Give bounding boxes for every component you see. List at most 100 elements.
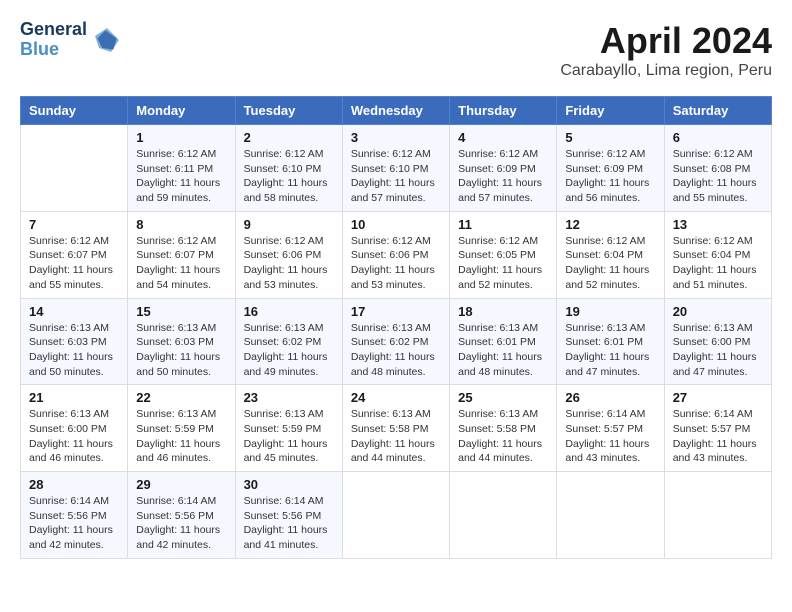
calendar-cell: 17Sunrise: 6:13 AMSunset: 6:02 PMDayligh… [342, 298, 449, 385]
day-number: 30 [244, 477, 334, 492]
day-number: 3 [351, 130, 441, 145]
calendar-cell: 9Sunrise: 6:12 AMSunset: 6:06 PMDaylight… [235, 211, 342, 298]
weekday-header-tuesday: Tuesday [235, 97, 342, 125]
weekday-header-thursday: Thursday [450, 97, 557, 125]
day-number: 13 [673, 217, 763, 232]
day-number: 24 [351, 390, 441, 405]
day-number: 11 [458, 217, 548, 232]
day-info: Sunrise: 6:13 AMSunset: 5:58 PMDaylight:… [458, 407, 548, 466]
day-number: 21 [29, 390, 119, 405]
day-info: Sunrise: 6:12 AMSunset: 6:04 PMDaylight:… [565, 234, 655, 293]
calendar-cell: 5 Sunrise: 6:12 AMSunset: 6:09 PMDaylight… [557, 125, 664, 212]
calendar-cell: 19Sunrise: 6:13 AMSunset: 6:01 PMDayligh… [557, 298, 664, 385]
weekday-header-friday: Friday [557, 97, 664, 125]
day-info: Sunrise: 6:13 AMSunset: 6:03 PMDaylight:… [29, 321, 119, 380]
calendar-cell: 21 Sunrise: 6:13 AMSunset: 6:00 PMDayligh… [21, 385, 128, 472]
calendar-cell [557, 472, 664, 559]
day-info: Sunrise: 6:13 AMSunset: 6:02 PMDaylight:… [351, 321, 441, 380]
logo: GeneralBlue [20, 20, 123, 60]
calendar-cell: 14 Sunrise: 6:13 AMSunset: 6:03 PMDayligh… [21, 298, 128, 385]
day-number: 9 [244, 217, 334, 232]
day-number: 1 [136, 130, 226, 145]
weekday-header-monday: Monday [128, 97, 235, 125]
calendar-cell: 27Sunrise: 6:14 AMSunset: 5:57 PMDayligh… [664, 385, 771, 472]
day-number: 15 [136, 304, 226, 319]
calendar-cell: 8Sunrise: 6:12 AMSunset: 6:07 PMDaylight… [128, 211, 235, 298]
calendar-cell [450, 472, 557, 559]
day-info: Sunrise: 6:12 AMSunset: 6:05 PMDaylight:… [458, 234, 548, 293]
day-info: Sunrise: 6:12 AMSunset: 6:04 PMDaylight:… [673, 234, 763, 293]
day-number: 23 [244, 390, 334, 405]
calendar-cell: 28 Sunrise: 6:14 AMSunset: 5:56 PMDayligh… [21, 472, 128, 559]
day-number: 5 [565, 130, 655, 145]
calendar-week-5: 28 Sunrise: 6:14 AMSunset: 5:56 PMDayligh… [21, 472, 772, 559]
weekday-header-wednesday: Wednesday [342, 97, 449, 125]
day-number: 6 [673, 130, 763, 145]
calendar-cell: 11 Sunrise: 6:12 AMSunset: 6:05 PMDayligh… [450, 211, 557, 298]
calendar-week-1: 1 Sunrise: 6:12 AMSunset: 6:11 PMDaylight… [21, 125, 772, 212]
calendar-cell: 25 Sunrise: 6:13 AMSunset: 5:58 PMDayligh… [450, 385, 557, 472]
calendar-cell: 30 Sunrise: 6:14 AMSunset: 5:56 PMDayligh… [235, 472, 342, 559]
day-info: Sunrise: 6:14 AMSunset: 5:56 PMDaylight:… [244, 494, 334, 553]
calendar-week-4: 21 Sunrise: 6:13 AMSunset: 6:00 PMDayligh… [21, 385, 772, 472]
day-info: Sunrise: 6:13 AMSunset: 5:58 PMDaylight:… [351, 407, 441, 466]
day-info: Sunrise: 6:13 AMSunset: 6:00 PMDaylight:… [673, 321, 763, 380]
calendar-cell: 10Sunrise: 6:12 AMSunset: 6:06 PMDayligh… [342, 211, 449, 298]
calendar-cell: 1 Sunrise: 6:12 AMSunset: 6:11 PMDaylight… [128, 125, 235, 212]
calendar-week-3: 14 Sunrise: 6:13 AMSunset: 6:03 PMDayligh… [21, 298, 772, 385]
calendar-cell: 20Sunrise: 6:13 AMSunset: 6:00 PMDayligh… [664, 298, 771, 385]
day-info: Sunrise: 6:14 AMSunset: 5:56 PMDaylight:… [29, 494, 119, 553]
day-number: 26 [565, 390, 655, 405]
calendar-cell: 18 Sunrise: 6:13 AMSunset: 6:01 PMDayligh… [450, 298, 557, 385]
calendar-cell [342, 472, 449, 559]
day-number: 28 [29, 477, 119, 492]
calendar-cell: 15 Sunrise: 6:13 AMSunset: 6:03 PMDayligh… [128, 298, 235, 385]
calendar-cell: 26Sunrise: 6:14 AMSunset: 5:57 PMDayligh… [557, 385, 664, 472]
day-info: Sunrise: 6:13 AMSunset: 6:01 PMDaylight:… [565, 321, 655, 380]
day-info: Sunrise: 6:12 AMSunset: 6:07 PMDaylight:… [136, 234, 226, 293]
calendar-table: SundayMondayTuesdayWednesdayThursdayFrid… [20, 96, 772, 559]
calendar-cell: 29 Sunrise: 6:14 AMSunset: 5:56 PMDayligh… [128, 472, 235, 559]
day-info: Sunrise: 6:14 AMSunset: 5:57 PMDaylight:… [673, 407, 763, 466]
day-number: 29 [136, 477, 226, 492]
weekday-header-row: SundayMondayTuesdayWednesdayThursdayFrid… [21, 97, 772, 125]
day-number: 12 [565, 217, 655, 232]
day-info: Sunrise: 6:12 AMSunset: 6:10 PMDaylight:… [351, 147, 441, 206]
logo-icon [91, 24, 123, 56]
weekday-header-saturday: Saturday [664, 97, 771, 125]
day-info: Sunrise: 6:12 AMSunset: 6:11 PMDaylight:… [136, 147, 226, 206]
calendar-cell: 16 Sunrise: 6:13 AMSunset: 6:02 PMDayligh… [235, 298, 342, 385]
calendar-cell: 24 Sunrise: 6:13 AMSunset: 5:58 PMDayligh… [342, 385, 449, 472]
month-title: April 2024 [560, 20, 772, 62]
day-number: 18 [458, 304, 548, 319]
calendar-body: 1 Sunrise: 6:12 AMSunset: 6:11 PMDaylight… [21, 125, 772, 559]
day-info: Sunrise: 6:12 AMSunset: 6:10 PMDaylight:… [244, 147, 334, 206]
calendar-cell: 12 Sunrise: 6:12 AMSunset: 6:04 PMDayligh… [557, 211, 664, 298]
day-number: 7 [29, 217, 119, 232]
calendar-cell: 4 Sunrise: 6:12 AMSunset: 6:09 PMDaylight… [450, 125, 557, 212]
day-info: Sunrise: 6:12 AMSunset: 6:08 PMDaylight:… [673, 147, 763, 206]
day-info: Sunrise: 6:13 AMSunset: 6:00 PMDaylight:… [29, 407, 119, 466]
header: GeneralBlue April 2024 Carabayllo, Lima … [20, 20, 772, 80]
calendar-cell: 23Sunrise: 6:13 AMSunset: 5:59 PMDayligh… [235, 385, 342, 472]
calendar-cell: 6 Sunrise: 6:12 AMSunset: 6:08 PMDaylight… [664, 125, 771, 212]
calendar-cell: 2 Sunrise: 6:12 AMSunset: 6:10 PMDaylight… [235, 125, 342, 212]
day-info: Sunrise: 6:12 AMSunset: 6:06 PMDaylight:… [351, 234, 441, 293]
day-info: Sunrise: 6:13 AMSunset: 5:59 PMDaylight:… [136, 407, 226, 466]
day-info: Sunrise: 6:13 AMSunset: 6:02 PMDaylight:… [244, 321, 334, 380]
location-title: Carabayllo, Lima region, Peru [560, 62, 772, 80]
day-info: Sunrise: 6:12 AMSunset: 6:09 PMDaylight:… [458, 147, 548, 206]
calendar-cell [664, 472, 771, 559]
day-number: 25 [458, 390, 548, 405]
day-number: 16 [244, 304, 334, 319]
day-number: 14 [29, 304, 119, 319]
day-info: Sunrise: 6:12 AMSunset: 6:09 PMDaylight:… [565, 147, 655, 206]
calendar-week-2: 7 Sunrise: 6:12 AMSunset: 6:07 PMDaylight… [21, 211, 772, 298]
day-info: Sunrise: 6:13 AMSunset: 6:03 PMDaylight:… [136, 321, 226, 380]
day-info: Sunrise: 6:14 AMSunset: 5:56 PMDaylight:… [136, 494, 226, 553]
day-info: Sunrise: 6:13 AMSunset: 6:01 PMDaylight:… [458, 321, 548, 380]
day-number: 2 [244, 130, 334, 145]
day-info: Sunrise: 6:12 AMSunset: 6:07 PMDaylight:… [29, 234, 119, 293]
calendar-cell: 13 Sunrise: 6:12 AMSunset: 6:04 PMDayligh… [664, 211, 771, 298]
day-number: 4 [458, 130, 548, 145]
